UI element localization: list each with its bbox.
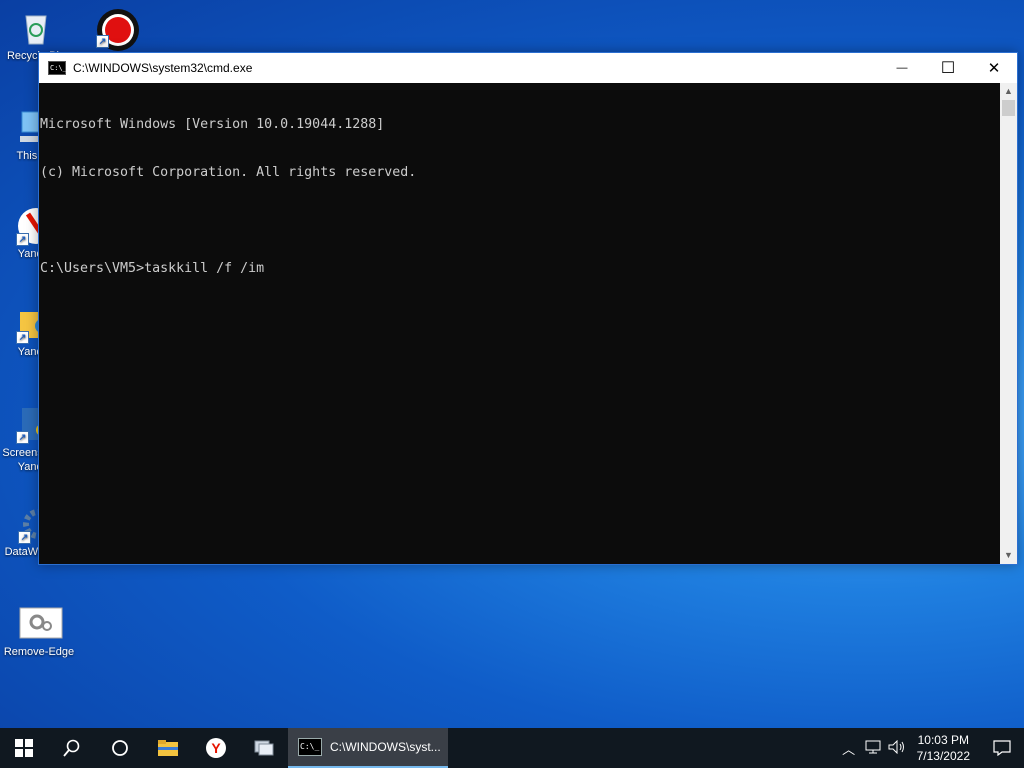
volume-button[interactable] bbox=[885, 739, 909, 757]
recycle-bin-icon bbox=[16, 8, 56, 48]
maximize-button[interactable]: ☐ bbox=[925, 53, 971, 83]
desktop-icon-record-app[interactable]: ↗ bbox=[78, 8, 154, 51]
network-app-button[interactable] bbox=[240, 728, 288, 768]
remove-edge-icon bbox=[19, 604, 63, 644]
show-hidden-icons-button[interactable]: ︿ bbox=[837, 739, 861, 758]
scroll-down-icon[interactable]: ▼ bbox=[1000, 547, 1017, 564]
yandex-browser-icon: Y bbox=[206, 738, 226, 758]
cortana-icon bbox=[112, 740, 128, 756]
desktop-icon-label: Remove-Edge bbox=[3, 646, 75, 658]
cmd-window[interactable]: C:\_ C:\WINDOWS\system32\cmd.exe — ☐ ✕ M… bbox=[38, 52, 1018, 565]
minimize-button[interactable]: — bbox=[879, 53, 925, 83]
cmd-icon: C:\_ bbox=[48, 61, 67, 75]
console-line: Microsoft Windows [Version 10.0.19044.12… bbox=[40, 117, 385, 132]
console-prompt-line[interactable]: C:\Users\VM5>taskkill /f /im bbox=[40, 261, 1000, 277]
network-button[interactable] bbox=[861, 740, 885, 757]
desktop-icon-remove-edge[interactable]: Remove-Edge bbox=[1, 604, 77, 658]
task-view-button[interactable] bbox=[96, 728, 144, 768]
title-bar[interactable]: C:\_ C:\WINDOWS\system32\cmd.exe — ☐ ✕ bbox=[39, 53, 1017, 83]
maximize-icon: ☐ bbox=[940, 60, 956, 77]
shortcut-arrow-icon: ↗ bbox=[16, 331, 29, 344]
system-tray: ︿ 10:03 PM 7/13/2022 bbox=[837, 728, 1024, 768]
notification-icon bbox=[993, 740, 1011, 756]
scroll-up-icon[interactable]: ▲ bbox=[1000, 83, 1017, 100]
close-icon: ✕ bbox=[987, 60, 1001, 77]
shortcut-arrow-icon: ↗ bbox=[96, 35, 109, 48]
console-output[interactable]: Microsoft Windows [Version 10.0.19044.12… bbox=[39, 83, 1000, 564]
taskbar: Y C:\_ C:\WINDOWS\syst... ︿ 10:03 PM 7/1… bbox=[0, 728, 1024, 768]
window-title: C:\WINDOWS\system32\cmd.exe bbox=[73, 61, 253, 75]
taskbar-item-label: C:\WINDOWS\syst... bbox=[330, 740, 441, 754]
folder-icon bbox=[158, 740, 178, 756]
search-button[interactable] bbox=[48, 728, 96, 768]
start-icon bbox=[15, 739, 33, 757]
cmd-icon: C:\_ bbox=[298, 738, 322, 756]
yandex-browser-button[interactable]: Y bbox=[192, 728, 240, 768]
search-icon bbox=[63, 739, 80, 757]
volume-icon bbox=[888, 739, 904, 754]
notifications-button[interactable] bbox=[980, 740, 1024, 756]
chevron-up-icon: ︿ bbox=[842, 741, 856, 757]
shortcut-arrow-icon: ↗ bbox=[16, 431, 29, 444]
vertical-scrollbar[interactable]: ▲ ▼ bbox=[1000, 83, 1017, 564]
network-app-icon bbox=[254, 740, 274, 756]
clock-date: 7/13/2022 bbox=[916, 749, 970, 763]
console-line: (c) Microsoft Corporation. All rights re… bbox=[40, 165, 417, 180]
scroll-thumb[interactable] bbox=[1002, 100, 1015, 116]
start-button[interactable] bbox=[0, 728, 48, 768]
shortcut-arrow-icon: ↗ bbox=[16, 233, 29, 246]
svg-text:Y: Y bbox=[211, 740, 221, 756]
clock-time: 10:03 PM bbox=[917, 733, 969, 747]
network-icon bbox=[865, 740, 881, 753]
clock[interactable]: 10:03 PM 7/13/2022 bbox=[917, 732, 970, 764]
taskbar-item-cmd[interactable]: C:\_ C:\WINDOWS\syst... bbox=[288, 728, 448, 768]
close-button[interactable]: ✕ bbox=[971, 53, 1017, 83]
record-app-icon: ↗ bbox=[96, 8, 139, 51]
file-explorer-button[interactable] bbox=[144, 728, 192, 768]
shortcut-arrow-icon: ↗ bbox=[18, 531, 31, 544]
minimize-icon: — bbox=[896, 62, 908, 74]
